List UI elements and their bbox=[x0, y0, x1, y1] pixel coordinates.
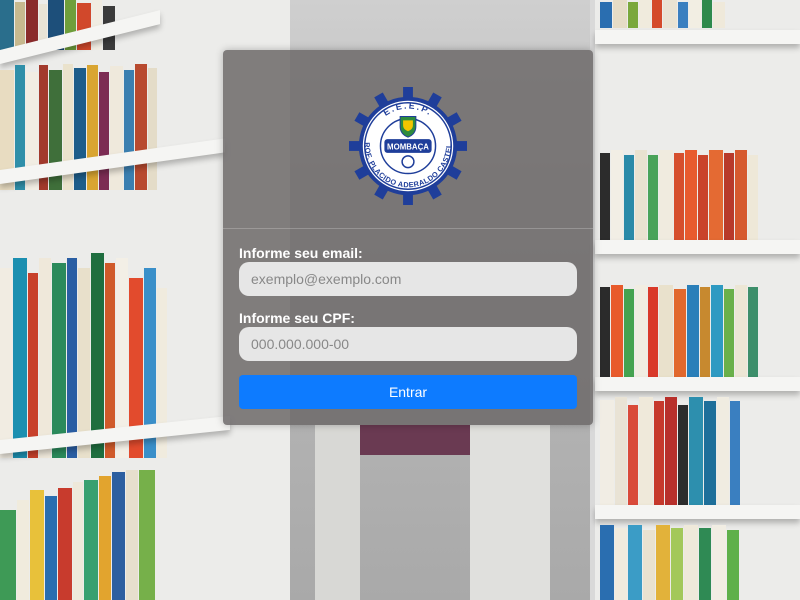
middle-shelf-left bbox=[315, 425, 360, 600]
submit-button[interactable]: Entrar bbox=[239, 375, 577, 409]
logo-banner-text: MOMBAÇA bbox=[387, 142, 429, 151]
book-row bbox=[0, 470, 156, 600]
book-row bbox=[600, 525, 740, 600]
cpf-label: Informe seu CPF: bbox=[239, 310, 355, 326]
login-card: E.E.E.P. PROF. PLACIDO ADERALDO CASTELO … bbox=[223, 50, 593, 425]
book-row bbox=[600, 150, 759, 245]
far-wall bbox=[360, 425, 470, 455]
email-label: Informe seu email: bbox=[239, 245, 363, 261]
shelf-board bbox=[595, 505, 800, 519]
school-logo-text: E.E.E.P. PROF. PLACIDO ADERALDO CASTELO … bbox=[349, 87, 453, 189]
email-input[interactable] bbox=[239, 262, 577, 296]
shelf-board bbox=[595, 377, 800, 391]
right-bookshelf bbox=[595, 0, 800, 600]
cpf-input[interactable] bbox=[239, 327, 577, 361]
book-row bbox=[600, 395, 741, 505]
shelf-board bbox=[595, 30, 800, 44]
svg-text:E.E.E.P.: E.E.E.P. bbox=[381, 100, 435, 117]
logo-top-text: E.E.E.P. bbox=[381, 100, 433, 117]
book-row bbox=[600, 0, 726, 28]
logo-header: E.E.E.P. PROF. PLACIDO ADERALDO CASTELO … bbox=[223, 50, 593, 229]
middle-shelf-right bbox=[470, 425, 550, 600]
shelf-board bbox=[595, 240, 800, 254]
book-row bbox=[600, 285, 759, 377]
